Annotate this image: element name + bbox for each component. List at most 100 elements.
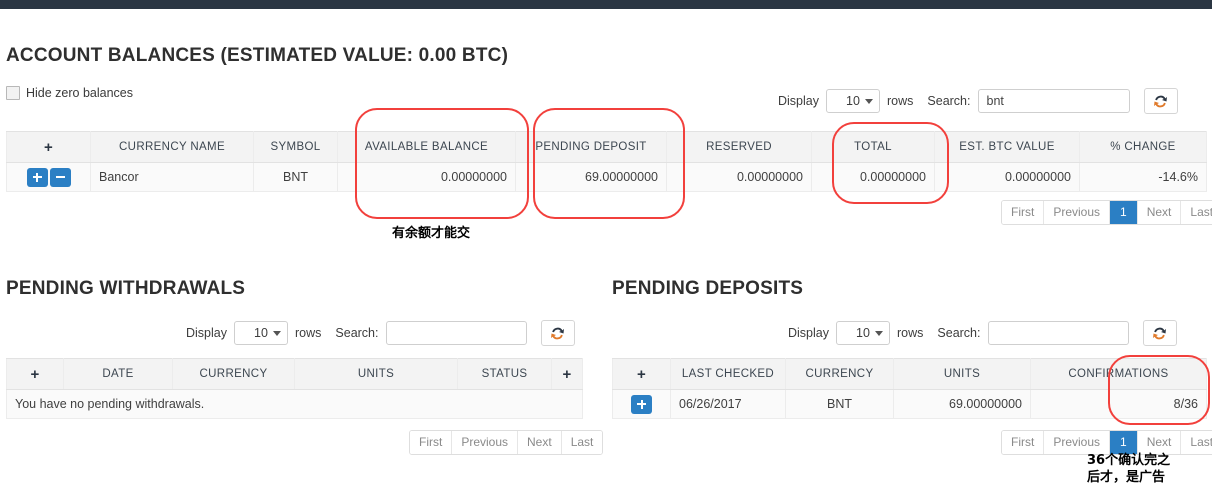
rows-per-page-value: 10 (846, 94, 860, 108)
rows-label: rows (887, 94, 914, 108)
column-header-total[interactable]: TOTAL (811, 131, 935, 163)
column-header-extra[interactable]: + (551, 358, 583, 390)
column-header-confirmations[interactable]: CONFIRMATIONS (1030, 358, 1207, 390)
pagination-first[interactable]: First (410, 431, 453, 454)
refresh-button[interactable] (540, 320, 575, 346)
cell-est-btc-value: 0.00000000 (934, 162, 1080, 192)
plus-icon: + (30, 365, 40, 383)
column-header-date[interactable]: DATE (63, 358, 173, 390)
column-header-est-btc-value[interactable]: EST. BTC VALUE (934, 131, 1080, 163)
display-label: Display (788, 326, 829, 340)
cell-pending-deposit: 69.00000000 (515, 162, 667, 192)
search-input[interactable] (987, 321, 1129, 345)
row-action-cell (6, 162, 91, 192)
empty-state-message: You have no pending withdrawals. (6, 389, 583, 419)
search-input[interactable] (385, 321, 527, 345)
plus-icon: + (636, 365, 647, 383)
cell-percent-change: -14.6% (1079, 162, 1207, 192)
pagination-previous[interactable]: Previous (452, 431, 519, 454)
column-header-reserved[interactable]: RESERVED (666, 131, 812, 163)
cell-available-balance: 0.00000000 (337, 162, 516, 192)
hide-zero-balances-checkbox-row[interactable]: Hide zero balances (6, 86, 133, 100)
display-label: Display (778, 94, 819, 108)
chevron-down-icon (875, 331, 883, 336)
rows-per-page-select[interactable]: 10 (826, 89, 880, 113)
refresh-icon (1154, 95, 1167, 107)
cell-currency-name: Bancor (90, 162, 254, 192)
cell-currency: BNT (785, 389, 894, 419)
column-header-expand[interactable]: + (6, 358, 64, 390)
search-label: Search: (335, 326, 379, 340)
account-balances-header-row: + CURRENCY NAME SYMBOL AVAILABLE BALANCE… (6, 131, 1207, 163)
table-row: Bancor BNT 0.00000000 69.00000000 0.0000… (6, 162, 1207, 192)
refresh-button[interactable] (1143, 88, 1178, 114)
column-header-currency[interactable]: CURRENCY (785, 358, 894, 390)
plus-icon: + (562, 365, 572, 383)
rows-label: rows (897, 326, 924, 340)
hide-zero-balances-checkbox[interactable] (6, 86, 20, 100)
pagination-next[interactable]: Next (1137, 431, 1182, 454)
pagination-last[interactable]: Last (1181, 201, 1212, 224)
search-label: Search: (927, 94, 971, 108)
cell-confirmations: 8/36 (1030, 389, 1207, 419)
row-action-cell (612, 389, 671, 419)
column-header-units[interactable]: UNITS (893, 358, 1031, 390)
plus-icon: + (43, 138, 54, 156)
row-collapse-button[interactable] (49, 167, 71, 187)
pending-withdrawals-heading: PENDING WITHDRAWALS (6, 278, 246, 299)
pagination-page-1[interactable]: 1 (1110, 431, 1138, 454)
account-balances-pagination: First Previous 1 Next Last (1001, 200, 1212, 225)
cell-units: 69.00000000 (893, 389, 1031, 419)
pagination-last[interactable]: Last (1181, 431, 1212, 454)
pending-withdrawals-header-row: + DATE CURRENCY UNITS STATUS + (6, 358, 583, 390)
chevron-down-icon (865, 99, 873, 104)
column-header-expand[interactable]: + (6, 131, 91, 163)
rows-per-page-select[interactable]: 10 (836, 321, 890, 345)
search-input[interactable]: bnt (977, 89, 1130, 113)
refresh-icon (1153, 327, 1166, 339)
refresh-icon (551, 327, 564, 339)
pagination-first[interactable]: First (1002, 201, 1045, 224)
pending-deposits-heading: PENDING DEPOSITS (612, 278, 804, 299)
pagination-previous[interactable]: Previous (1044, 201, 1111, 224)
column-header-percent-change[interactable]: % CHANGE (1079, 131, 1207, 163)
search-label: Search: (937, 326, 981, 340)
chevron-down-icon (273, 331, 281, 336)
column-header-available-balance[interactable]: AVAILABLE BALANCE (337, 131, 516, 163)
pending-withdrawals-table: + DATE CURRENCY UNITS STATUS + You have … (6, 358, 583, 419)
cell-reserved: 0.00000000 (666, 162, 812, 192)
pagination-next[interactable]: Next (1137, 201, 1182, 224)
refresh-button[interactable] (1142, 320, 1177, 346)
account-balances-heading: ACCOUNT BALANCES (ESTIMATED VALUE: 0.00 … (6, 45, 509, 66)
column-header-units[interactable]: UNITS (294, 358, 458, 390)
column-header-last-checked[interactable]: LAST CHECKED (670, 358, 786, 390)
cell-symbol[interactable]: BNT (253, 162, 338, 192)
rows-per-page-select[interactable]: 10 (234, 321, 288, 345)
column-header-status[interactable]: STATUS (457, 358, 552, 390)
column-header-currency-name[interactable]: CURRENCY NAME (90, 131, 254, 163)
display-label: Display (186, 326, 227, 340)
pagination-page-1[interactable]: 1 (1110, 201, 1138, 224)
row-expand-button[interactable] (26, 167, 48, 187)
cell-last-checked: 06/26/2017 (670, 389, 786, 419)
column-header-symbol[interactable]: SYMBOL (253, 131, 338, 163)
rows-label: rows (295, 326, 322, 340)
pending-withdrawals-pagination: First Previous Next Last (409, 430, 604, 455)
row-expand-button[interactable] (631, 394, 652, 414)
pagination-previous[interactable]: Previous (1044, 431, 1111, 454)
account-balances-controls: Display 10 rows Search: bnt (778, 88, 1178, 114)
cell-total: 0.00000000 (811, 162, 935, 192)
rows-per-page-value: 10 (254, 326, 268, 340)
column-header-pending-deposit[interactable]: PENDING DEPOSIT (515, 131, 667, 163)
column-header-expand[interactable]: + (612, 358, 671, 390)
pending-deposits-table: + LAST CHECKED CURRENCY UNITS CONFIRMATI… (612, 358, 1207, 419)
pagination-next[interactable]: Next (518, 431, 562, 454)
column-header-currency[interactable]: CURRENCY (172, 358, 295, 390)
pagination-last[interactable]: Last (561, 431, 603, 454)
pagination-first[interactable]: First (1002, 431, 1045, 454)
pending-deposits-controls: Display 10 rows Search: (788, 320, 1177, 346)
table-row: You have no pending withdrawals. (6, 389, 583, 419)
annotation-balance-note: 有余额才能交 (392, 226, 471, 241)
annotation-confirmations-note: 36个确认完之 后才，是广告 (1087, 453, 1171, 485)
hide-zero-balances-label: Hide zero balances (26, 86, 134, 100)
